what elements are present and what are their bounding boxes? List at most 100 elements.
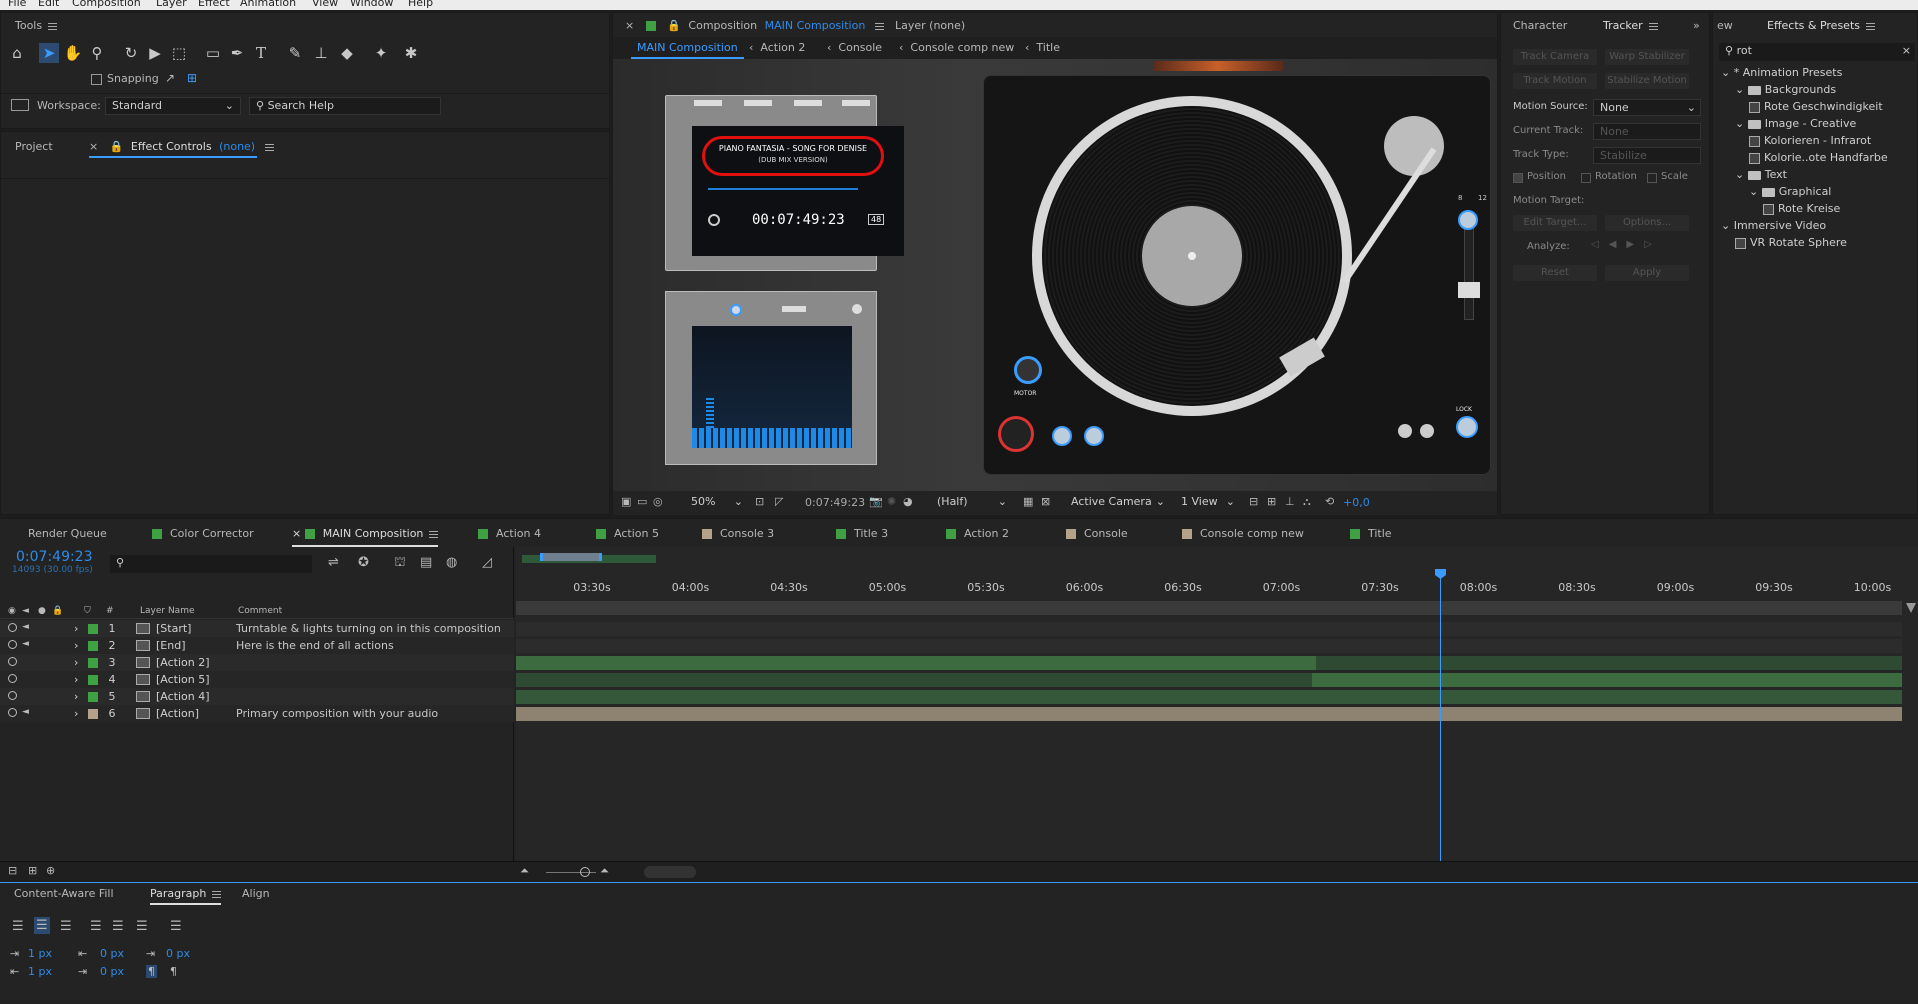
- expand-panels-icon[interactable]: »: [1693, 15, 1700, 37]
- tab-align[interactable]: Align: [242, 883, 270, 905]
- zoom-select[interactable]: 50% ⌄: [685, 494, 747, 512]
- composition-mini-flowchart-icon[interactable]: ⇌: [328, 555, 339, 570]
- zoom-out-icon[interactable]: ⏶: [520, 864, 529, 878]
- tab-character[interactable]: Character: [1513, 15, 1567, 37]
- tracker-menu-icon[interactable]: [1648, 22, 1658, 30]
- timeline-tab[interactable]: Title: [1350, 523, 1392, 545]
- selection-tool-icon[interactable]: ➤: [39, 43, 59, 63]
- effects-tree-item[interactable]: ⌄ * Animation Presets: [1721, 65, 1842, 81]
- rotation-checkbox[interactable]: [1581, 173, 1591, 183]
- composition-tab[interactable]: × 🔒 Composition MAIN Composition: [625, 15, 884, 37]
- toggle-modes-icon[interactable]: ⊞: [28, 864, 37, 877]
- effects-tree-item[interactable]: Rote Kreise: [1763, 201, 1840, 217]
- layer-bar[interactable]: [1316, 656, 1902, 670]
- camera-tool-icon[interactable]: ▶: [145, 43, 165, 63]
- expand-chevron-icon[interactable]: ⌄: [1735, 83, 1748, 96]
- current-timecode[interactable]: 0:07:49:23: [16, 549, 93, 565]
- effect-controls-menu-icon[interactable]: [264, 143, 274, 151]
- fast-preview-icon[interactable]: ⊞: [1267, 495, 1276, 508]
- layer-row[interactable]: › 5 [Action 4]: [0, 688, 514, 705]
- end-marker[interactable]: [1906, 603, 1916, 613]
- layer-comment[interactable]: Primary composition with your audio: [236, 705, 438, 722]
- tab-content-aware-fill[interactable]: Content-Aware Fill: [14, 883, 114, 905]
- position-checkbox[interactable]: [1513, 173, 1523, 183]
- expand-chevron-icon[interactable]: ›: [74, 671, 78, 688]
- effects-tree-item[interactable]: ⌄ Backgrounds: [1735, 82, 1836, 98]
- timeline-tab[interactable]: × MAIN Composition: [292, 523, 439, 547]
- paragraph-menu-icon[interactable]: [212, 890, 222, 898]
- timeline-tab[interactable]: Title 3: [836, 523, 888, 545]
- effects-tree-item[interactable]: ⌄ Immersive Video: [1721, 218, 1826, 234]
- layer-name[interactable]: [End]: [156, 637, 186, 654]
- align-center-icon[interactable]: ☰: [34, 917, 50, 934]
- timeline-tab[interactable]: Console 3: [702, 523, 774, 545]
- breadcrumb-console-comp-new[interactable]: ‹ Console comp new: [899, 37, 1014, 59]
- layer-name[interactable]: [Start]: [156, 620, 191, 637]
- expand-chevron-icon[interactable]: ⌄: [1735, 168, 1748, 181]
- layer-bar[interactable]: [516, 622, 1902, 636]
- space-before-value[interactable]: 0 px: [100, 947, 124, 960]
- shy-layers-icon[interactable]: ⛫: [394, 555, 406, 572]
- label-color-swatch[interactable]: [88, 692, 98, 702]
- eye-icon[interactable]: [8, 708, 17, 717]
- eye-icon[interactable]: [8, 657, 17, 666]
- align-right-icon[interactable]: ☰: [60, 919, 72, 934]
- label-color-swatch[interactable]: [88, 658, 98, 668]
- playhead-handle[interactable]: [1435, 569, 1446, 579]
- grid-icon[interactable]: ⊠: [1041, 495, 1050, 508]
- layer-row[interactable]: › 4 [Action 5]: [0, 671, 514, 688]
- layer-tab[interactable]: Layer (none): [895, 15, 965, 37]
- timeline-menu-icon[interactable]: [429, 530, 439, 538]
- layer-comment[interactable]: Turntable & lights turning on in this co…: [236, 620, 501, 637]
- breadcrumb-title[interactable]: ‹ Title: [1025, 37, 1060, 59]
- speaker-icon[interactable]: ◄: [22, 623, 31, 632]
- timeline-tab[interactable]: Console: [1066, 523, 1128, 545]
- stabilize-motion-button[interactable]: Stabilize Motion: [1605, 73, 1689, 89]
- show-snapshot-icon[interactable]: ✺: [887, 495, 896, 508]
- timeline-scrollbar[interactable]: [644, 866, 696, 878]
- snapping-checkbox[interactable]: [91, 74, 102, 85]
- close-icon[interactable]: ×: [89, 140, 98, 153]
- timeline-tab[interactable]: Action 5: [596, 523, 659, 545]
- eye-icon[interactable]: [8, 640, 17, 649]
- scale-checkbox[interactable]: [1647, 173, 1657, 183]
- label-color-swatch[interactable]: [88, 641, 98, 651]
- edit-target-button[interactable]: Edit Target...: [1513, 215, 1597, 231]
- menu-file[interactable]: File: [8, 0, 26, 9]
- rectangle-tool-icon[interactable]: ▭: [203, 43, 223, 63]
- monitor-icon[interactable]: ▭: [637, 495, 647, 508]
- effects-tree-item[interactable]: Rote Geschwindigkeit: [1749, 99, 1883, 115]
- speaker-icon[interactable]: ◄: [22, 640, 31, 649]
- breadcrumb-action-2[interactable]: ‹ Action 2: [749, 37, 805, 59]
- motion-blur-icon[interactable]: ◍: [446, 555, 457, 570]
- options-button[interactable]: Options...: [1605, 215, 1689, 231]
- indent-left-value[interactable]: 1 px: [28, 947, 52, 960]
- snap-arrow-icon[interactable]: ↗: [165, 71, 175, 85]
- layer-name[interactable]: [Action 5]: [156, 671, 210, 688]
- channel-icon[interactable]: ◕: [903, 495, 913, 508]
- menu-animation[interactable]: Animation: [240, 0, 296, 9]
- layer-comment[interactable]: Here is the end of all actions: [236, 637, 394, 654]
- pixel-aspect-icon[interactable]: ⊟: [1249, 495, 1258, 508]
- time-navigator[interactable]: [540, 553, 602, 561]
- pan-behind-tool-icon[interactable]: ⬚: [169, 43, 189, 63]
- effect-controls-tab[interactable]: × 🔒 Effect Controls (none): [89, 136, 274, 158]
- playhead-line[interactable]: [1440, 569, 1441, 875]
- tools-menu-icon[interactable]: [48, 22, 58, 30]
- workspace-select[interactable]: Standard ⌄: [105, 97, 241, 115]
- type-tool-icon[interactable]: T: [251, 43, 271, 63]
- effects-tree-item[interactable]: VR Rotate Sphere: [1735, 235, 1847, 251]
- graph-editor-icon[interactable]: ◿: [482, 555, 492, 570]
- tab-paragraph[interactable]: Paragraph: [150, 883, 222, 905]
- expand-chevron-icon[interactable]: ›: [74, 637, 78, 654]
- snap-grid-icon[interactable]: ⊞: [187, 71, 197, 85]
- eye-icon[interactable]: [8, 674, 17, 683]
- frame-blending-icon[interactable]: ▤: [420, 555, 432, 570]
- region-icon[interactable]: ◸: [775, 495, 783, 508]
- expand-chevron-icon[interactable]: ⌄: [1721, 219, 1734, 232]
- tab-effects-presets[interactable]: Effects & Presets: [1767, 15, 1875, 37]
- track-type-select[interactable]: Stabilize: [1593, 147, 1701, 164]
- expand-chevron-icon[interactable]: ›: [74, 705, 78, 722]
- justify-left-icon[interactable]: ☰: [90, 919, 102, 934]
- expand-chevron-icon[interactable]: ›: [74, 654, 78, 671]
